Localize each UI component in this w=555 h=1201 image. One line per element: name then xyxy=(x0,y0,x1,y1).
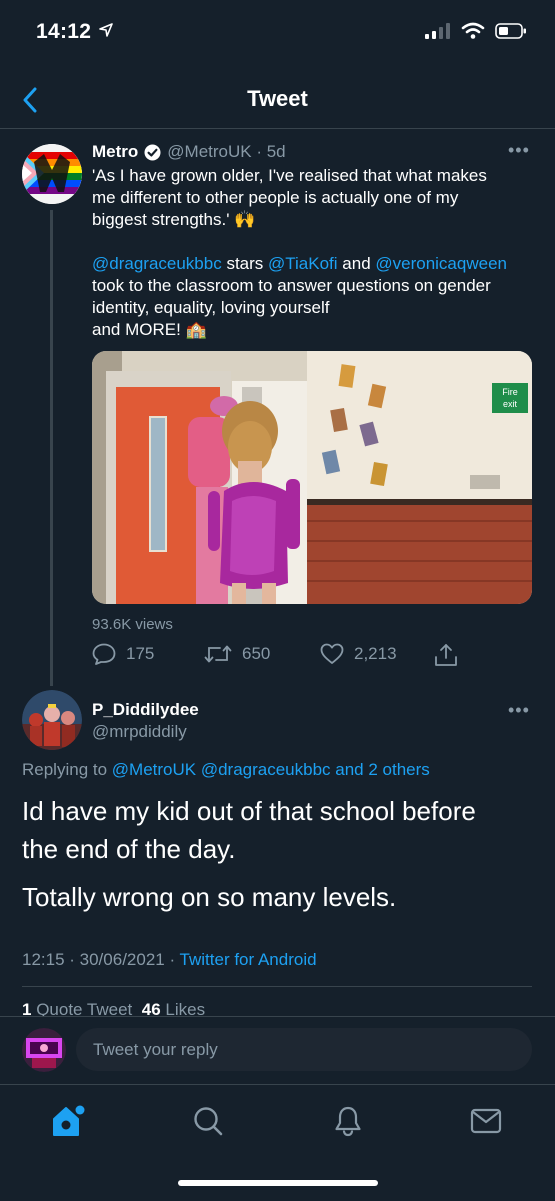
status-time: 14:12 xyxy=(36,20,114,44)
user-avatar[interactable] xyxy=(22,690,82,750)
notifications-icon xyxy=(335,1106,361,1137)
like-action[interactable]: 2,213 xyxy=(320,643,397,665)
quoted-author-name[interactable]: Metro xyxy=(92,142,138,162)
reply-icon xyxy=(92,643,116,665)
main-text-line: Id have my kid out of that school before xyxy=(22,796,476,826)
page-title: Tweet xyxy=(247,86,308,111)
status-indicators xyxy=(425,22,527,40)
search-icon xyxy=(194,1107,223,1136)
cellular-signal-icon xyxy=(425,23,450,39)
reply-placeholder: Tweet your reply xyxy=(93,1039,218,1059)
home-indicator[interactable] xyxy=(178,1180,378,1186)
main-text-line: Totally wrong on so many levels. xyxy=(22,882,397,912)
user-display-name[interactable]: P_Diddilydee xyxy=(92,700,199,720)
user-handle[interactable]: @mrpdiddily xyxy=(92,722,187,742)
svg-text:exit: exit xyxy=(503,399,518,409)
retweet-icon xyxy=(204,645,232,663)
quoted-text-line: and MORE! 🏫 xyxy=(92,320,207,339)
metro-avatar[interactable] xyxy=(22,144,82,204)
client-link[interactable]: Twitter for Android xyxy=(180,950,317,969)
divider xyxy=(22,986,532,987)
messages-icon xyxy=(470,1108,502,1134)
tab-search[interactable] xyxy=(188,1101,228,1141)
thread-connector-line xyxy=(50,210,53,686)
user-avatar-image xyxy=(22,690,82,750)
main-text-line: the end of the day. xyxy=(22,834,236,864)
mention-link[interactable]: @TiaKofi xyxy=(268,254,338,273)
retweet-count: 650 xyxy=(242,644,271,663)
tab-notifications[interactable] xyxy=(328,1101,368,1141)
replying-to: Replying to @MetroUK @dragraceukbbc and … xyxy=(22,760,430,780)
quoted-handle-time: @MetroUK · 5d xyxy=(167,142,286,161)
video-views: 93.6K views xyxy=(92,616,173,633)
tab-messages[interactable] xyxy=(466,1101,506,1141)
mention-link[interactable]: @dragraceukbbc xyxy=(92,254,222,273)
verified-badge-icon xyxy=(144,144,161,160)
timestamp-text: 12:15 · 30/06/2021 · xyxy=(22,950,180,969)
reply-action[interactable]: 175 xyxy=(92,643,154,665)
quoted-text-line: 'As I have grown older, I've realised th… xyxy=(92,166,487,185)
quoted-text-fragment: and xyxy=(337,254,376,273)
reply-input[interactable]: Tweet your reply xyxy=(76,1028,532,1071)
quoted-tweet-text: 'As I have grown older, I've realised th… xyxy=(92,165,542,341)
quoted-text-line: identity, equality, loving yourself xyxy=(92,298,330,317)
replying-to-label: Replying to xyxy=(22,760,112,779)
chevron-left-icon xyxy=(23,87,37,113)
location-arrow-icon xyxy=(99,23,114,37)
quoted-more-options-button[interactable]: ••• xyxy=(508,140,530,161)
retweet-action[interactable]: 650 xyxy=(204,643,270,665)
battery-icon xyxy=(495,23,526,39)
heart-icon xyxy=(320,643,344,664)
replying-to-mentions[interactable]: @MetroUK @dragraceukbbc and 2 others xyxy=(112,760,430,779)
current-user-avatar-image xyxy=(22,1028,66,1072)
back-button[interactable] xyxy=(14,84,46,116)
main-more-options-button[interactable]: ••• xyxy=(508,700,530,721)
share-icon xyxy=(435,644,457,666)
like-count: 2,213 xyxy=(354,644,397,663)
wifi-icon xyxy=(461,22,485,39)
share-action[interactable] xyxy=(434,643,458,667)
metro-logo-icon xyxy=(22,144,82,204)
quoted-tweet-header: Metro @MetroUK · 5d xyxy=(92,142,286,162)
video-still: Fire exit xyxy=(92,351,532,604)
mention-link[interactable]: @veronicaqween xyxy=(375,254,507,273)
home-icon xyxy=(53,1105,85,1136)
main-tweet-text: Id have my kid out of that school before… xyxy=(22,792,542,916)
quoted-text-line: biggest strengths.' 🙌 xyxy=(92,210,256,229)
quoted-text-line: me different to other people is actually… xyxy=(92,188,459,207)
reply-count: 175 xyxy=(126,644,155,663)
current-user-avatar[interactable] xyxy=(22,1028,66,1072)
fire-exit-sign-text: Fire xyxy=(502,387,518,397)
tweet-timestamp: 12:15 · 30/06/2021 · Twitter for Android xyxy=(22,950,317,970)
tweet-video[interactable]: Fire exit xyxy=(92,351,532,604)
tab-home[interactable] xyxy=(48,1101,88,1141)
navigation-header: Tweet xyxy=(0,72,555,129)
quoted-text-fragment: stars xyxy=(221,254,269,273)
quoted-text-line: took to the classroom to answer question… xyxy=(92,276,491,295)
